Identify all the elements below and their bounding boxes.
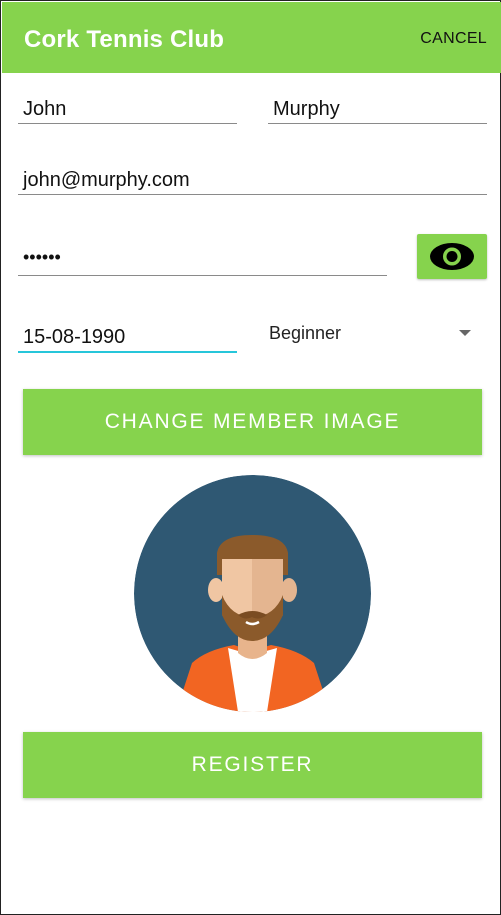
first-name-value: John	[23, 98, 67, 120]
email-value: john@murphy.com	[23, 169, 190, 191]
date-of-birth-field[interactable]: 15-08-1990	[18, 319, 237, 353]
first-name-field[interactable]: John	[18, 93, 237, 124]
app-bar: Cork Tennis Club CANCEL	[2, 2, 501, 73]
level-selected-value: Beginner	[269, 323, 342, 343]
toggle-password-visibility-button[interactable]	[417, 234, 487, 279]
app-title: Cork Tennis Club	[24, 26, 225, 53]
register-button[interactable]: REGISTER	[23, 732, 482, 798]
email-field[interactable]: john@murphy.com	[18, 164, 487, 195]
level-dropdown[interactable]: Beginner	[269, 319, 487, 351]
caret-down-icon	[459, 330, 471, 336]
last-name-value: Murphy	[273, 98, 340, 120]
cancel-button[interactable]: CANCEL	[420, 30, 487, 48]
change-member-image-button[interactable]: CHANGE MEMBER IMAGE	[23, 389, 482, 455]
eye-icon	[430, 243, 474, 270]
app-screen: Cork Tennis Club CANCEL John Murphy john…	[0, 0, 501, 915]
password-field[interactable]: ••••••	[18, 239, 387, 276]
member-avatar	[134, 475, 371, 712]
password-value: ••••••	[23, 247, 61, 267]
last-name-field[interactable]: Murphy	[268, 93, 487, 124]
date-of-birth-value: 15-08-1990	[23, 326, 126, 348]
